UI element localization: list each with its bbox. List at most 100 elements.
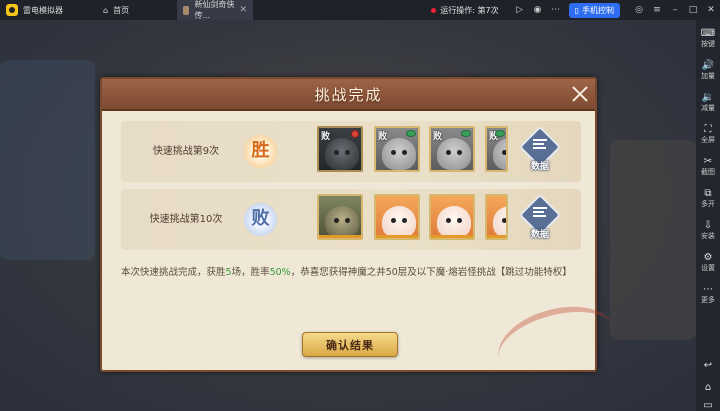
tab-home[interactable]: ⌂ 首页 — [97, 0, 177, 20]
hp-bar — [431, 235, 473, 238]
sidebar-item-screenshot[interactable]: ✂ 截图 — [696, 156, 720, 177]
sidebar-item-label: 设置 — [701, 264, 715, 272]
sidebar-item-settings[interactable]: ⚙ 设置 — [696, 252, 720, 273]
dialog-title: 挑战完成 — [314, 86, 383, 104]
emulator-logo-icon — [6, 4, 18, 16]
element-mark-icon — [461, 130, 471, 137]
sidebar-item-multi-instance[interactable]: ⧉ 多开 — [696, 188, 720, 209]
emulator-titlebar: 雷电模拟器 ⌂ 首页 新仙剑奇侠传... ✕ 运行操作: 第7次 ▷ ◉ ⋯ ▯… — [0, 0, 720, 20]
tab-home-label: 首页 — [113, 5, 130, 15]
gear-icon: ⚙ — [703, 252, 713, 263]
confirm-result-button[interactable]: 确认结果 — [302, 332, 398, 357]
keyboard-icon: ⌨ — [700, 28, 716, 39]
hero-card — [429, 194, 475, 240]
result-lose-badge: 败 — [244, 203, 277, 236]
game-thumbnail-icon — [183, 5, 190, 15]
win-rate: 50% — [269, 267, 291, 278]
hero-portrait — [437, 206, 471, 238]
element-mark-icon — [351, 130, 359, 138]
record-dot-icon — [431, 7, 437, 13]
game-viewport[interactable]: 挑战完成 快速挑战第9次 胜 败 败 败 败 数据 快速挑战第10次 败 数据 … — [0, 20, 696, 411]
back-arrow-icon: ↩ — [703, 360, 713, 371]
defeat-tag: 败 — [378, 132, 388, 142]
view-data-button[interactable]: 数据 — [518, 125, 562, 175]
challenge-row-label: 快速挑战第9次 — [152, 146, 220, 157]
hero-card — [485, 194, 508, 240]
summary-text: 本次快速挑战完成，获胜 — [121, 267, 226, 278]
hp-bar — [487, 235, 506, 238]
view-data-label: 数据 — [530, 162, 549, 172]
sidebar-item-label: 多开 — [701, 200, 715, 208]
more-icon: ⋯ — [703, 284, 713, 295]
hero-portrait — [493, 206, 506, 238]
more-menu-icon[interactable]: ⋯ — [547, 5, 565, 15]
enemy-card: 败 — [429, 126, 475, 172]
enemy-portrait — [493, 138, 506, 170]
tab-close-icon[interactable]: ✕ — [239, 5, 247, 15]
sidebar-item-label: 加量 — [701, 72, 715, 80]
challenge-row: 快速挑战第10次 败 数据 — [121, 189, 581, 250]
sidebar-recent-button[interactable]: ▭ — [696, 400, 720, 411]
phone-control-button[interactable]: ▯ 手机控制 — [568, 2, 620, 18]
sidebar-item-fullscreen[interactable]: ⛶ 全屏 — [696, 124, 720, 145]
install-icon: ⇩ — [703, 220, 713, 231]
view-data-button[interactable]: 数据 — [518, 193, 562, 243]
stop-icon[interactable]: ◉ — [529, 5, 547, 15]
enemy-portrait — [382, 138, 416, 170]
hero-portrait — [325, 206, 359, 238]
dialog-header: 挑战完成 — [102, 79, 595, 111]
sidebar-item-volume-up[interactable]: 🔊 加量 — [696, 60, 720, 81]
list-icon — [533, 139, 547, 151]
defeat-tag: 败 — [433, 132, 443, 142]
tab-game[interactable]: 新仙剑奇侠传... ✕ — [177, 0, 253, 20]
hp-bar — [319, 235, 361, 238]
tab-game-label: 新仙剑奇侠传... — [194, 0, 235, 20]
recent-apps-icon: ▭ — [703, 400, 713, 411]
fullscreen-icon: ⛶ — [704, 124, 712, 135]
sidebar-home-button[interactable]: ⌂ — [696, 382, 720, 393]
window-close-icon[interactable]: ✕ — [702, 5, 720, 15]
defeat-tag: 败 — [321, 132, 331, 142]
sidebar-back-button[interactable]: ↩ — [696, 360, 720, 371]
sidebar-item-label: 截图 — [701, 168, 715, 176]
summary-text: 场，胜率 — [231, 267, 270, 278]
minimize-icon[interactable]: – — [666, 5, 684, 15]
enemy-portrait — [437, 138, 471, 170]
emulator-app-name: 雷电模拟器 — [23, 5, 63, 15]
hero-card — [374, 194, 420, 240]
element-mark-icon — [406, 130, 416, 137]
operation-status: 运行操作: 第7次 — [440, 5, 499, 15]
sidebar-item-keys[interactable]: ⌨ 按键 — [696, 28, 720, 49]
volume-up-icon: 🔊 — [701, 60, 715, 71]
sidebar-item-label: 安装 — [701, 232, 715, 240]
enemy-card: 败 — [374, 126, 420, 172]
menu-icon[interactable]: ≡ — [648, 5, 666, 15]
challenge-row-label: 快速挑战第10次 — [149, 214, 223, 225]
enemy-portrait — [325, 138, 359, 170]
sidebar-item-label: 减量 — [701, 104, 715, 112]
emulator-sidebar: ⌨ 按键 🔊 加量 🔉 减量 ⛶ 全屏 ✂ 截图 ⧉ 多开 ⇩ 安装 ⚙ 设置 … — [696, 20, 720, 411]
sidebar-item-label: 按键 — [701, 40, 715, 48]
titlebar-right-group: 运行操作: 第7次 ▷ ◉ ⋯ ▯ 手机控制 ◎ ≡ – □ ✕ — [431, 0, 720, 20]
challenge-row: 快速挑战第9次 胜 败 败 败 败 数据 — [121, 121, 581, 182]
play-icon[interactable]: ▷ — [511, 5, 529, 15]
home-icon: ⌂ — [103, 5, 109, 15]
maximize-icon[interactable]: □ — [684, 5, 702, 15]
phone-control-label: 手机控制 — [582, 5, 614, 15]
list-icon — [533, 207, 547, 219]
scissors-icon: ✂ — [703, 156, 713, 167]
sidebar-item-more[interactable]: ⋯ 更多 — [696, 284, 720, 305]
hero-card — [317, 194, 363, 240]
enemy-card: 败 — [317, 126, 363, 172]
phone-icon: ▯ — [574, 5, 579, 15]
sidebar-item-install[interactable]: ⇩ 安装 — [696, 220, 720, 241]
element-mark-icon — [495, 130, 505, 137]
hp-bar — [376, 235, 418, 238]
account-icon[interactable]: ◎ — [630, 5, 648, 15]
sidebar-item-volume-down[interactable]: 🔉 减量 — [696, 92, 720, 113]
dialog-close-button[interactable] — [569, 83, 591, 105]
challenge-complete-dialog: 挑战完成 快速挑战第9次 胜 败 败 败 败 数据 快速挑战第10次 败 数据 … — [100, 77, 625, 394]
home-icon: ⌂ — [704, 382, 712, 393]
hero-portrait — [382, 206, 416, 238]
view-data-label: 数据 — [530, 230, 549, 240]
